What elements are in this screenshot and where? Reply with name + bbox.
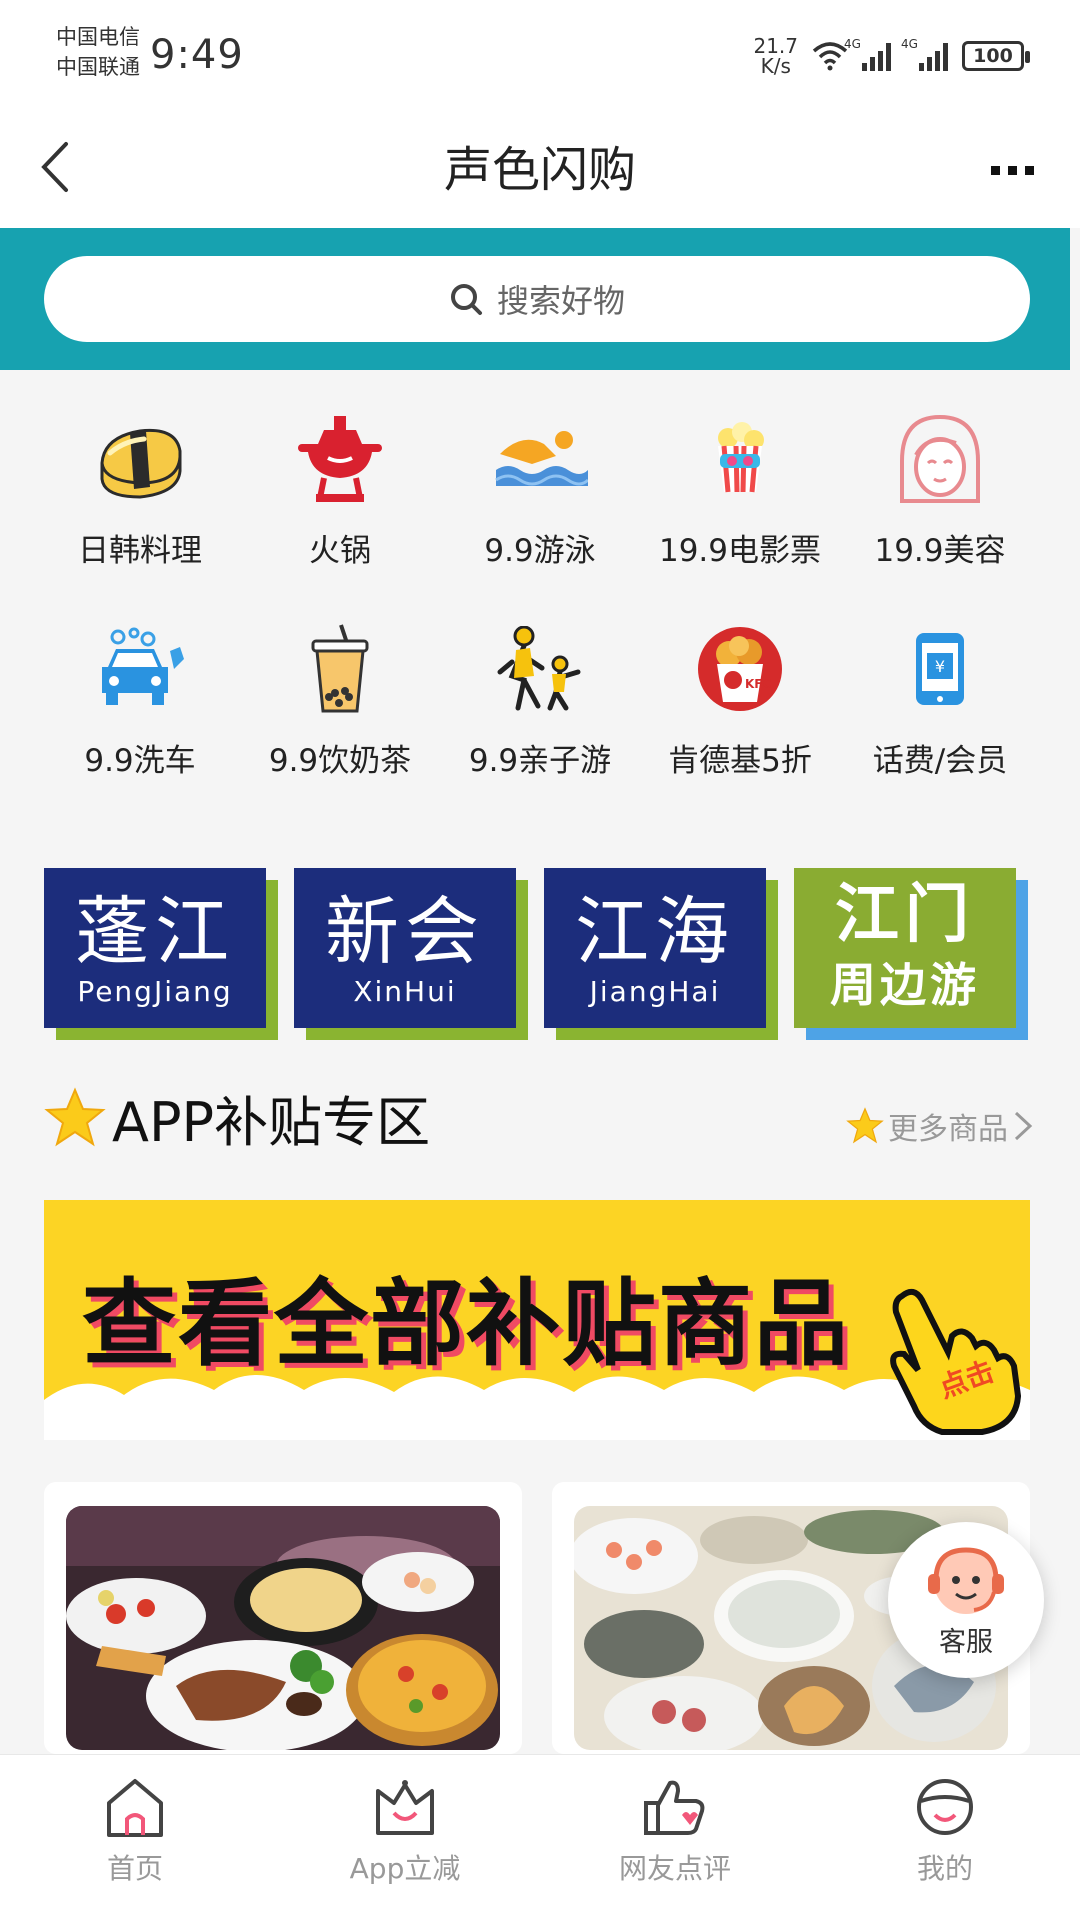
more-products-link[interactable]: 更多商品 (846, 1104, 1034, 1148)
phone-bill-icon: ¥ (916, 632, 964, 705)
city-name-cn: 蓬江 (75, 888, 235, 975)
city-tile-xinhui[interactable]: 新会 XinHui (294, 868, 528, 1040)
signal-2-type: 4G (901, 37, 918, 51)
beauty-face-icon (900, 414, 980, 503)
signal-2-icon: 4G (901, 37, 948, 71)
signal-1-type: 4G (844, 37, 861, 51)
tab-label: App立减 (349, 1852, 461, 1885)
category-label: 9.9洗车 (84, 743, 196, 779)
status-bar: 中国电信 中国联通 9:49 21.7 K/s 4G 4G 100 (0, 0, 1080, 110)
city-tile-jiangmen[interactable]: 江门 周边游 (794, 868, 1028, 1040)
svg-text:KFC: KFC (745, 677, 771, 691)
carrier-info: 中国电信 中国联通 (56, 22, 140, 82)
wifi-icon (812, 42, 848, 71)
section-title-text: APP补贴专区 (112, 1091, 431, 1154)
carrier-2: 中国联通 (56, 55, 140, 79)
product-list (44, 1482, 1030, 1754)
tab-home[interactable]: 首页 (0, 1755, 270, 1920)
tab-label: 我的 (916, 1852, 973, 1885)
hotpot-icon (298, 415, 382, 502)
category-hotpot[interactable]: 火锅 (240, 400, 440, 570)
search-band: 搜索好物 (0, 228, 1070, 370)
carrier-1: 中国电信 (56, 25, 140, 49)
city-tile-pengjiang[interactable]: 蓬江 PengJiang (44, 868, 278, 1040)
milk-tea-icon (311, 623, 369, 712)
customer-service-button[interactable]: 客服 (888, 1522, 1044, 1678)
category-phone-bill[interactable]: ¥ 话费/会员 (840, 610, 1040, 780)
category-parent-child[interactable]: 9.9亲子游 (440, 610, 640, 780)
category-car-wash[interactable]: 9.9洗车 (40, 610, 240, 780)
sushi-icon (100, 428, 182, 499)
city-name-cn: 新会 (325, 888, 485, 975)
customer-service-icon (928, 1546, 1004, 1614)
category-kfc[interactable]: KFC 肯德基5折 (640, 610, 840, 780)
thumbs-up-icon (644, 1780, 705, 1835)
battery-icon: 100 (962, 41, 1030, 71)
profile-icon (917, 1779, 973, 1835)
popcorn-icon (718, 421, 764, 492)
category-sushi[interactable]: 日韩料理 (40, 400, 240, 570)
clock: 9:49 (150, 32, 244, 78)
city-name-cn: 江门 (835, 878, 975, 952)
star-icon (846, 1107, 884, 1144)
category-grid: 日韩料理 火锅 9.9游泳 19.9电影票 19.9美容 9.9洗车 9.9饮奶… (40, 400, 1040, 780)
category-beauty[interactable]: 19.9美容 (840, 400, 1040, 570)
category-label: 肯德基5折 (668, 743, 812, 779)
crown-discount-icon (376, 1780, 434, 1835)
parent-child-icon (497, 625, 581, 710)
category-movie[interactable]: 19.9电影票 (640, 400, 840, 570)
product-image-western-food (66, 1506, 500, 1750)
signal-1-icon: 4G (844, 37, 891, 71)
search-input[interactable]: 搜索好物 (44, 256, 1030, 342)
speed-unit: K/s (760, 54, 791, 78)
more-products-label: 更多商品 (888, 1112, 1008, 1147)
tab-reviews[interactable]: 网友点评 (540, 1755, 810, 1920)
car-wash-icon (102, 627, 184, 705)
customer-service-label: 客服 (939, 1626, 993, 1658)
category-milk-tea[interactable]: 9.9饮奶茶 (240, 610, 440, 780)
category-label: 9.9游泳 (484, 533, 596, 569)
kfc-bucket-icon: KFC (698, 626, 782, 711)
category-label: 火锅 (309, 533, 371, 569)
more-dots-icon (990, 165, 1000, 175)
subsidy-banner[interactable]: 查看全部补贴商品 点击 (44, 1200, 1030, 1440)
category-label: 9.9亲子游 (468, 743, 612, 779)
tab-app-discount[interactable]: App立减 (270, 1755, 540, 1920)
city-name-cn: 江海 (575, 888, 735, 975)
city-subtitle: 周边游 (830, 958, 980, 1012)
status-indicators: 21.7 K/s 4G 4G 100 (753, 34, 1030, 78)
city-name-en: JiangHai (589, 974, 721, 1008)
svg-text:¥: ¥ (935, 657, 945, 676)
nav-bar: 声色闪购 (0, 110, 1080, 228)
category-label: 19.9电影票 (658, 533, 822, 569)
city-tile-jianghai[interactable]: 江海 JiangHai (544, 868, 778, 1040)
tab-label: 网友点评 (618, 1852, 731, 1885)
city-tiles: 蓬江 PengJiang 新会 XinHui 江海 JiangHai 江门 周边… (44, 868, 1034, 1040)
speed-value: 21.7 (753, 34, 798, 58)
subsidy-section-header: APP补贴专区 更多商品 (44, 1078, 1034, 1154)
product-card[interactable] (44, 1482, 522, 1754)
search-icon (450, 284, 482, 315)
back-button[interactable] (22, 132, 92, 202)
bottom-tab-bar: 首页 App立减 网友点评 我的 (0, 1754, 1080, 1920)
category-label: 日韩料理 (78, 533, 202, 569)
network-speed: 21.7 K/s (753, 36, 798, 76)
section-title: APP补贴专区 (44, 1078, 430, 1157)
category-label: 9.9饮奶茶 (268, 743, 412, 779)
chevron-left-icon (41, 142, 68, 192)
city-name-en: PengJiang (77, 974, 233, 1008)
category-label: 话费/会员 (872, 743, 1008, 779)
tab-label: 首页 (106, 1852, 163, 1885)
chevron-right-icon (1014, 1111, 1033, 1141)
category-swimming[interactable]: 9.9游泳 (440, 400, 640, 570)
more-options-button[interactable] (972, 140, 1052, 200)
city-name-en: XinHui (353, 974, 457, 1008)
category-label: 19.9美容 (874, 533, 1006, 569)
home-icon (107, 1779, 163, 1837)
swimming-icon (495, 430, 588, 486)
tab-profile[interactable]: 我的 (810, 1755, 1080, 1920)
search-placeholder: 搜索好物 (496, 282, 625, 320)
page-title: 声色闪购 (443, 142, 636, 198)
star-icon (44, 1086, 106, 1146)
